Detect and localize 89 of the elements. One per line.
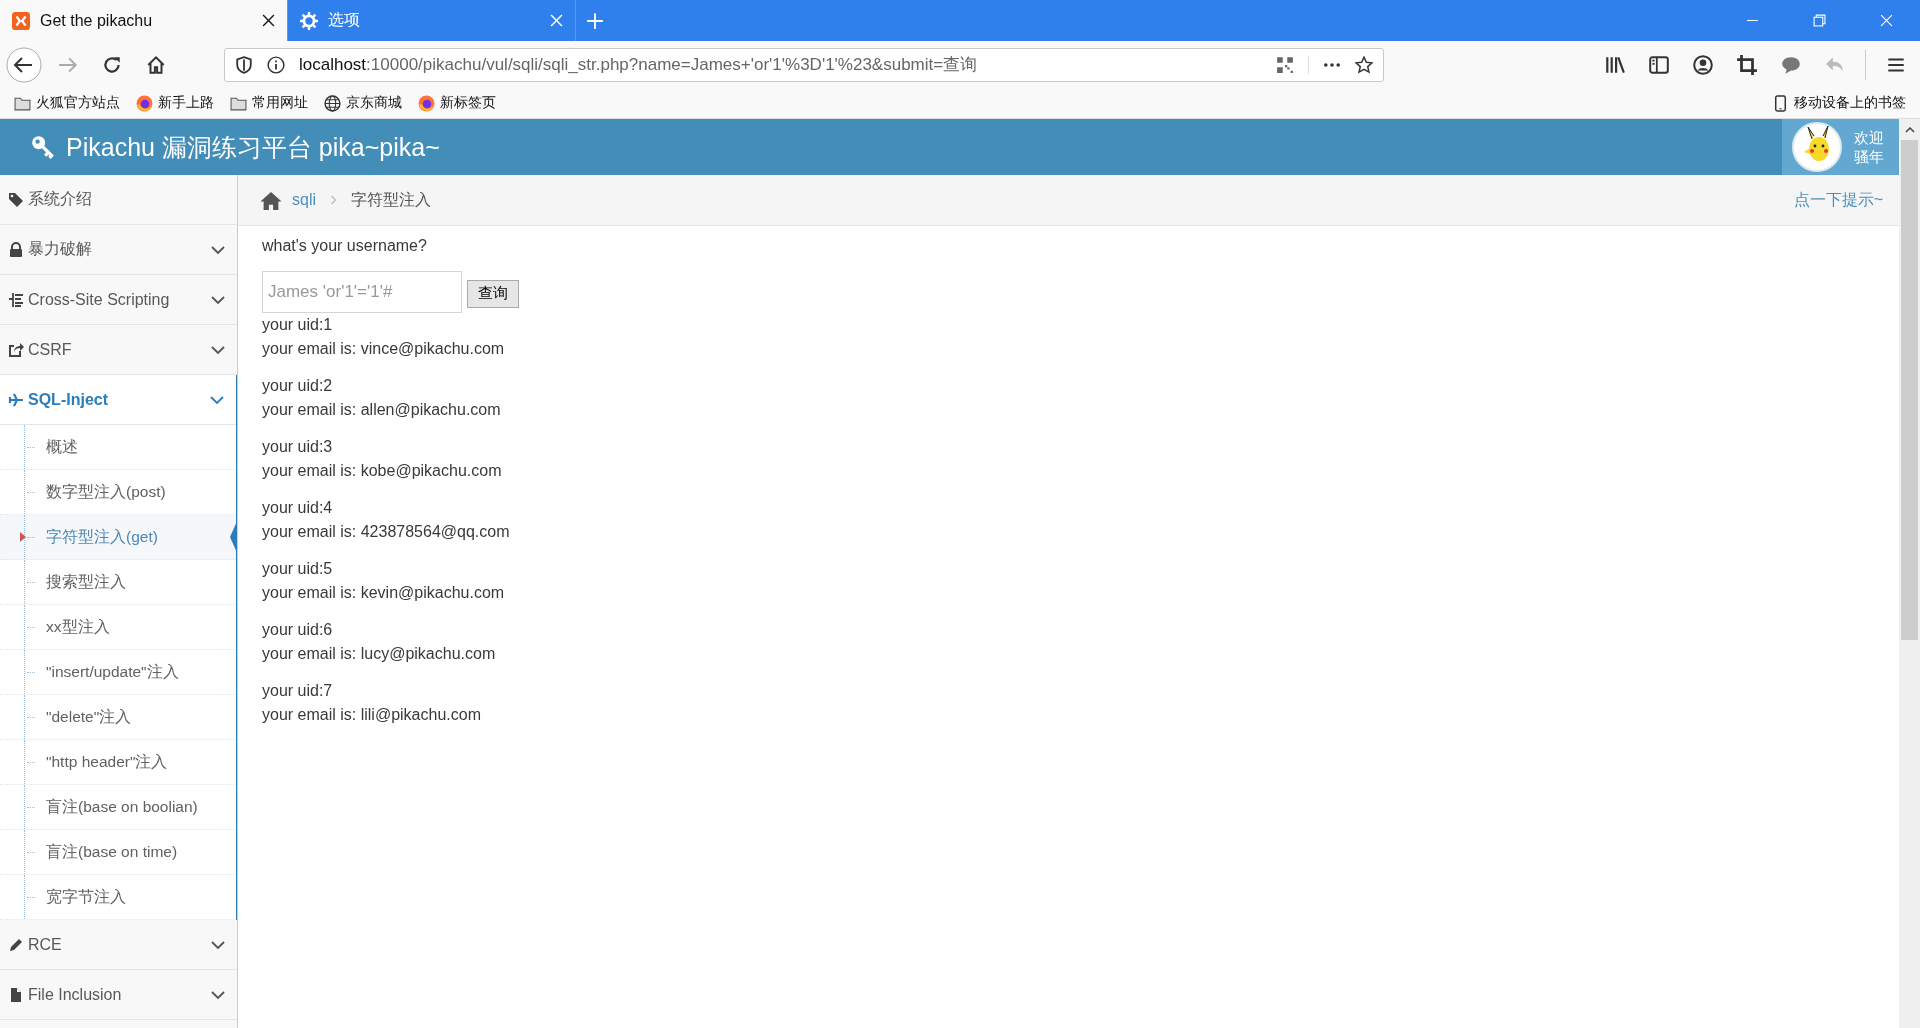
crop-icon[interactable]	[1736, 53, 1758, 76]
globe-icon	[324, 94, 341, 112]
uid-text: your uid:2	[262, 375, 334, 396]
chevron-down-icon	[211, 294, 225, 305]
email-text: your email is: lili@pikachu.com	[262, 705, 482, 725]
sidebar-item[interactable]: Cross-Site Scripting	[0, 275, 237, 325]
submenu-item[interactable]: 概述	[0, 425, 236, 470]
breadcrumb-current: 字符型注入	[351, 189, 431, 210]
sidebar-item[interactable]: RCE	[0, 920, 237, 970]
uid-text: your uid:1	[262, 314, 334, 335]
star-icon[interactable]	[1355, 55, 1373, 74]
lock-icon	[8, 241, 24, 258]
chevron-down-icon	[211, 244, 225, 255]
bookmark[interactable]: 火狐官方站点	[14, 94, 120, 112]
home-icon	[260, 190, 282, 210]
scrollbar[interactable]	[1899, 119, 1920, 1028]
question-text: what's your username?	[262, 236, 428, 256]
bookmark[interactable]: 新标签页	[418, 94, 496, 112]
sidebar-item[interactable]: 暴力破解	[0, 225, 237, 275]
submenu-item[interactable]: 数字型注入(post)	[0, 470, 236, 515]
uid-text: your uid:5	[262, 558, 334, 579]
file-icon	[8, 986, 24, 1003]
bookmark[interactable]: 常用网址	[230, 94, 308, 112]
submenu-item[interactable]: "insert/update"注入	[0, 650, 236, 695]
bookmark[interactable]: 新手上路	[136, 94, 214, 112]
address-bar[interactable]: localhost:10000/pikachu/vul/sqli/sqli_str.php?name=James+'or'1'%3D'1'%23&submit=查询	[224, 47, 1384, 82]
email-text: your email is: allen@pikachu.com	[262, 400, 502, 420]
pencil-icon	[8, 936, 24, 953]
bookmark[interactable]: 移动设备上的书签	[1772, 94, 1906, 112]
username-input[interactable]: James 'or'1'='1'#	[262, 270, 462, 313]
info-icon	[267, 55, 285, 74]
browser-tab[interactable]: Get the pikachu	[0, 0, 288, 41]
email-text: your email is: kevin@pikachu.com	[262, 583, 506, 603]
chevron-down-icon	[210, 394, 224, 405]
submenu-item[interactable]: 盲注(base on boolian)	[0, 785, 236, 830]
sidebar-icon[interactable]	[1648, 53, 1670, 76]
uid-text: your uid:3	[262, 436, 334, 457]
account-icon[interactable]	[1692, 53, 1714, 76]
tab-title: Get the pikachu	[40, 11, 154, 30]
uid-text: your uid:6	[262, 619, 334, 640]
shield-icon	[235, 55, 253, 74]
submenu-item[interactable]: 字符型注入(get)	[0, 515, 236, 560]
submenu-item[interactable]: "delete"注入	[0, 695, 236, 740]
restore-icon[interactable]	[1813, 14, 1826, 27]
email-text: your email is: lucy@pikachu.com	[262, 644, 497, 664]
welcome-text: 骚年	[1854, 147, 1884, 166]
plane-icon	[8, 391, 24, 408]
tag-icon	[8, 191, 24, 208]
chevron-right-icon	[330, 195, 337, 205]
home-icon[interactable]	[145, 53, 167, 76]
fox-logo-icon	[418, 94, 435, 112]
welcome-text: 欢迎	[1854, 128, 1884, 147]
sidebar-item[interactable]: SQL-Inject	[0, 375, 236, 425]
chevron-down-icon	[211, 939, 225, 950]
new-tab-icon[interactable]	[586, 11, 604, 30]
bookmark[interactable]: 京东商城	[324, 94, 402, 112]
scroll-up-icon[interactable]	[1904, 127, 1915, 133]
scrollbar-thumb[interactable]	[1901, 140, 1918, 640]
uid-text: your uid:4	[262, 497, 334, 518]
gear-icon	[300, 11, 318, 30]
tab-title: 选项	[328, 10, 361, 30]
share-icon	[8, 341, 24, 358]
submenu-item[interactable]: "http header"注入	[0, 740, 236, 785]
submenu-item[interactable]: 盲注(base on time)	[0, 830, 236, 875]
more-icon[interactable]	[1308, 55, 1341, 74]
key-icon	[30, 134, 56, 160]
sidebar-item[interactable]: 系统介绍	[0, 175, 237, 225]
caret-icon	[20, 532, 26, 542]
submenu-item[interactable]: xx型注入	[0, 605, 236, 650]
chevron-down-icon	[211, 344, 225, 355]
fox-logo-icon	[136, 94, 153, 112]
url-text: localhost:10000/pikachu/vul/sqli/sqli_str.php?name=James+'or'1'%3D'1'%23&submit=查询	[299, 54, 979, 76]
email-text: your email is: 423878564@qq.com	[262, 522, 511, 542]
list-icon	[8, 291, 24, 308]
phone-icon	[1772, 94, 1789, 112]
query-button[interactable]: 查询	[467, 279, 519, 308]
app-logo-icon	[12, 11, 30, 30]
submenu-item[interactable]: 搜索型注入	[0, 560, 236, 605]
email-text: your email is: vince@pikachu.com	[262, 339, 506, 359]
submenu-item[interactable]: 宽字节注入	[0, 875, 236, 920]
qr-code-icon[interactable]	[1276, 55, 1294, 74]
sidebar-item[interactable]: File Inclusion	[0, 970, 237, 1020]
chevron-down-icon	[211, 989, 225, 1000]
email-text: your email is: kobe@pikachu.com	[262, 461, 503, 481]
uid-text: your uid:7	[262, 680, 334, 701]
mascot-avatar-icon	[1792, 122, 1842, 172]
site-title: Pikachu 漏洞练习平台 pika~pika~	[66, 131, 440, 163]
close-icon[interactable]	[262, 14, 275, 27]
hint-link[interactable]: 点一下提示~	[1793, 189, 1883, 211]
